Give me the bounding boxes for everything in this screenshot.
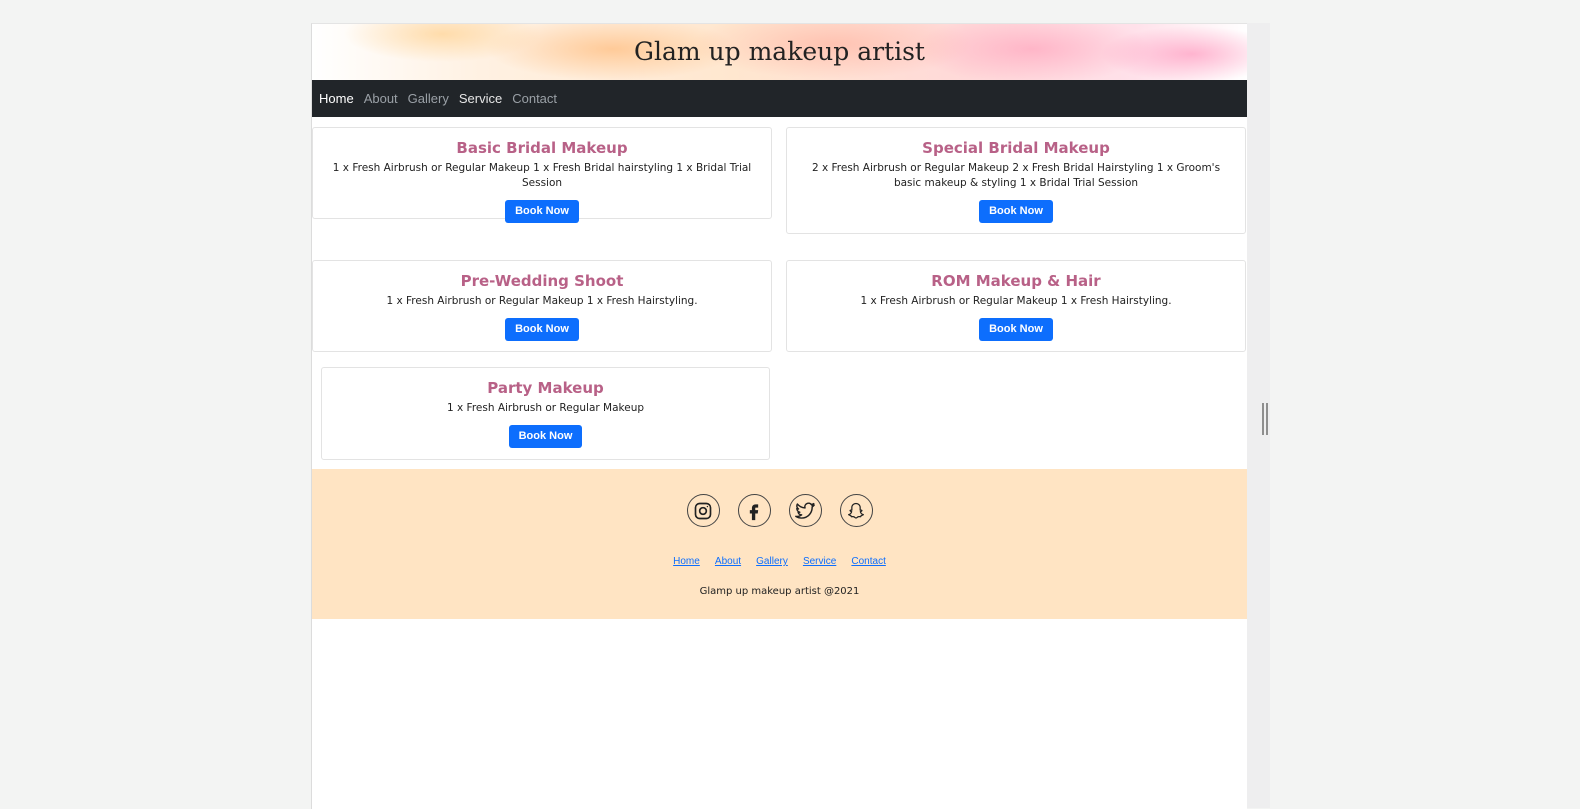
card-title: Basic Bridal Makeup bbox=[456, 139, 628, 157]
service-card-party-makeup: Party Makeup 1 x Fresh Airbrush or Regul… bbox=[321, 367, 770, 460]
footer-nav: Home About Gallery Service Contact bbox=[312, 549, 1247, 568]
footer-link-home[interactable]: Home bbox=[673, 556, 700, 567]
social-links bbox=[312, 494, 1247, 527]
footer-link-about[interactable]: About bbox=[715, 556, 741, 567]
card-description: 1 x Fresh Airbrush or Regular Makeup 1 x… bbox=[386, 295, 698, 307]
card-description: 2 x Fresh Airbrush or Regular Makeup 2 x… bbox=[811, 162, 1221, 189]
book-now-button[interactable]: Book Now bbox=[505, 200, 579, 223]
service-card-special-bridal: Special Bridal Makeup 2 x Fresh Airbrush… bbox=[786, 127, 1246, 234]
copyright-text: Glamp up makeup artist @2021 bbox=[699, 586, 860, 597]
nav-about[interactable]: About bbox=[364, 91, 398, 106]
card-description: 1 x Fresh Airbrush or Regular Makeup bbox=[446, 402, 645, 414]
nav-home[interactable]: Home bbox=[319, 91, 354, 106]
card-title: Special Bridal Makeup bbox=[922, 139, 1110, 157]
facebook-icon[interactable] bbox=[737, 494, 771, 527]
card-title: Party Makeup bbox=[487, 379, 604, 397]
book-now-button[interactable]: Book Now bbox=[979, 200, 1053, 223]
book-now-button[interactable]: Book Now bbox=[505, 318, 579, 341]
site-header: Glam up makeup artist bbox=[312, 24, 1247, 80]
footer-link-gallery[interactable]: Gallery bbox=[756, 556, 788, 567]
site-footer: Home About Gallery Service Contact Glamp… bbox=[312, 469, 1247, 619]
book-now-button[interactable]: Book Now bbox=[508, 425, 583, 448]
book-now-button[interactable]: Book Now bbox=[979, 318, 1053, 341]
web-page: Glam up makeup artist Home About Gallery… bbox=[311, 23, 1247, 809]
card-title: ROM Makeup & Hair bbox=[931, 272, 1101, 290]
card-title: Pre-Wedding Shoot bbox=[460, 272, 624, 290]
site-title: Glam up makeup artist bbox=[634, 37, 925, 66]
nav-gallery[interactable]: Gallery bbox=[408, 91, 449, 106]
twitter-icon[interactable] bbox=[788, 494, 822, 527]
nav-contact[interactable]: Contact bbox=[512, 91, 557, 106]
instagram-icon[interactable] bbox=[686, 494, 720, 527]
navbar: Home About Gallery Service Contact bbox=[312, 80, 1247, 117]
card-description: 1 x Fresh Airbrush or Regular Makeup 1 x… bbox=[860, 295, 1172, 307]
nav-service[interactable]: Service bbox=[459, 91, 502, 106]
service-card-pre-wedding: Pre-Wedding Shoot 1 x Fresh Airbrush or … bbox=[312, 260, 772, 352]
service-card-rom-makeup: ROM Makeup & Hair 1 x Fresh Airbrush or … bbox=[786, 260, 1246, 352]
snapchat-icon[interactable] bbox=[839, 494, 873, 527]
service-card-basic-bridal: Basic Bridal Makeup 1 x Fresh Airbrush o… bbox=[312, 127, 772, 223]
card-description: 1 x Fresh Airbrush or Regular Makeup 1 x… bbox=[332, 162, 752, 189]
resize-handle[interactable] bbox=[1262, 403, 1268, 435]
footer-link-contact[interactable]: Contact bbox=[851, 556, 885, 567]
footer-link-service[interactable]: Service bbox=[803, 556, 836, 567]
